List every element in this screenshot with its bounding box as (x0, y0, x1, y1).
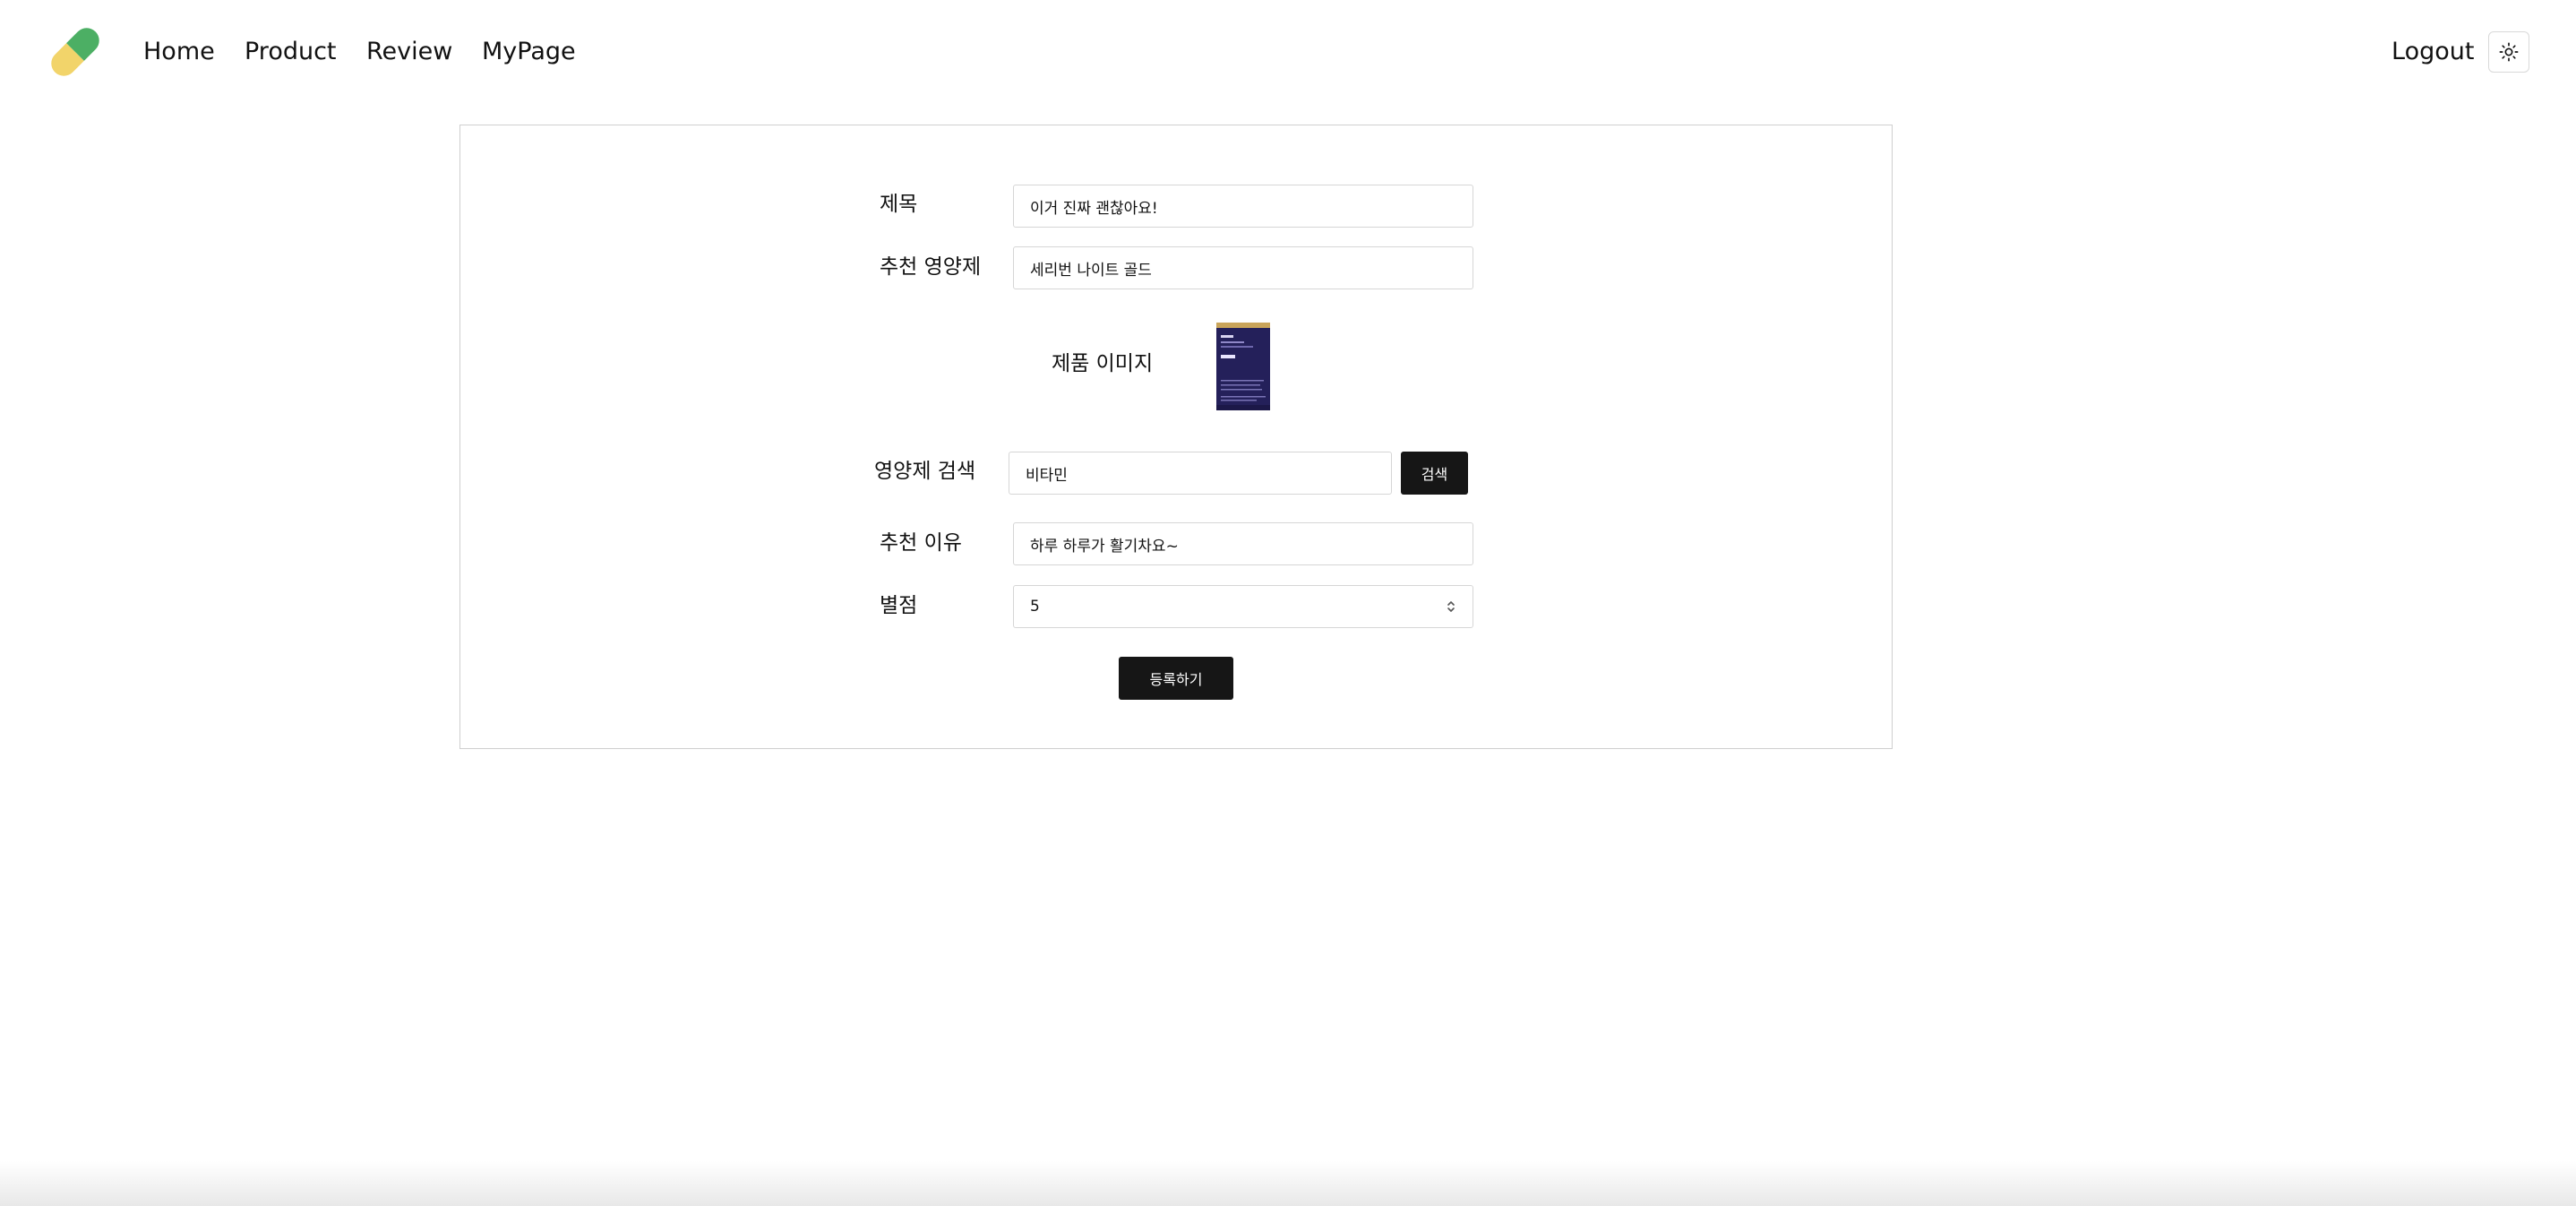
nav-mypage-link[interactable]: MyPage (482, 36, 576, 68)
supplement-input[interactable] (1013, 246, 1473, 289)
sun-icon (2499, 42, 2519, 62)
review-form-card: 제목 추천 영양제 제품 이미지 영양제 검색 검색 추천 이유 별점 5 등록… (459, 125, 1893, 749)
reason-label: 추천 이유 (880, 531, 962, 555)
title-label: 제목 (880, 193, 918, 216)
nav-product-link[interactable]: Product (245, 36, 337, 68)
logout-link[interactable]: Logout (2391, 36, 2474, 68)
supplement-search-input[interactable] (1009, 452, 1392, 495)
nav-home-link[interactable]: Home (143, 36, 215, 68)
page-bottom-shadow (0, 1161, 2576, 1206)
pill-capsule-icon[interactable] (39, 18, 111, 86)
title-input[interactable] (1013, 185, 1473, 228)
reason-input[interactable] (1013, 522, 1473, 565)
rating-select[interactable]: 5 (1013, 585, 1473, 628)
top-navbar: Home Product Review MyPage Logout (0, 0, 2576, 104)
theme-toggle-button[interactable] (2488, 31, 2529, 73)
rating-label: 별점 (880, 594, 918, 617)
rating-selected-value: 5 (1030, 598, 1040, 616)
nav-review-link[interactable]: Review (366, 36, 452, 68)
product-image-label: 제품 이미지 (1052, 352, 1154, 375)
search-button[interactable]: 검색 (1401, 452, 1468, 495)
submit-button[interactable]: 등록하기 (1119, 657, 1233, 700)
search-label: 영양제 검색 (874, 460, 976, 483)
chevron-up-down-icon (1447, 601, 1455, 612)
supplement-label: 추천 영양제 (880, 255, 982, 279)
product-image (1216, 323, 1270, 410)
